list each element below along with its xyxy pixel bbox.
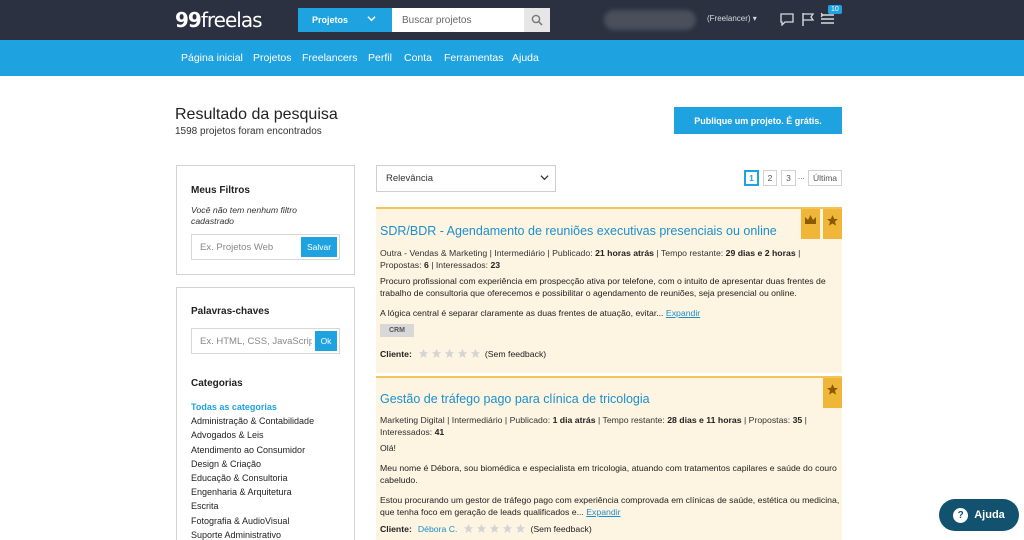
category-item[interactable]: Administração & Contabilidade bbox=[191, 414, 314, 428]
save-filter-button[interactable]: Salvar bbox=[301, 237, 337, 257]
nav-freelancers[interactable]: Freelancers bbox=[302, 52, 357, 64]
user-name-blurred[interactable] bbox=[604, 10, 696, 30]
client-rating-stars bbox=[418, 348, 483, 359]
feedback-text: (Sem feedback) bbox=[484, 348, 547, 359]
category-item[interactable]: Design & Criação bbox=[191, 457, 314, 471]
rating-star-icon bbox=[464, 523, 474, 533]
project-description: Olá! bbox=[380, 443, 396, 453]
featured-ribbon-crown bbox=[801, 209, 820, 239]
category-item[interactable]: Engenharia & Arquitetura bbox=[191, 485, 314, 499]
keywords-ok-button[interactable]: Ok bbox=[315, 331, 337, 351]
category-list: Todas as categorias Administração & Cont… bbox=[191, 400, 314, 540]
nav-home[interactable]: Página inicial bbox=[181, 52, 243, 64]
project-card: SDR/BDR - Agendamento de reuniões execut… bbox=[376, 207, 842, 373]
project-card: Gestão de tráfego pago para clínica de t… bbox=[376, 376, 842, 540]
pagination-dots: ... bbox=[798, 172, 805, 181]
project-description-more: A lógica central é separar claramente as… bbox=[380, 308, 701, 318]
rating-star-icon bbox=[418, 348, 428, 358]
site-logo[interactable]: 99freelas bbox=[175, 8, 263, 32]
category-all[interactable]: Todas as categorias bbox=[191, 400, 314, 414]
flag-icon[interactable] bbox=[800, 11, 816, 27]
client-row: Cliente: Débora C. (Sem feedback) bbox=[380, 523, 592, 534]
project-description-more: Estou procurando um gestor de tráfego pa… bbox=[380, 495, 840, 517]
category-item[interactable]: Fotografia & AudioVisual bbox=[191, 514, 314, 528]
chevron-down-icon bbox=[367, 14, 376, 25]
page-1-button[interactable]: 1 bbox=[744, 170, 759, 186]
project-title[interactable]: Gestão de tráfego pago para clínica de t… bbox=[380, 392, 650, 406]
rating-star-icon bbox=[444, 348, 454, 358]
categories-title: Categorias bbox=[191, 378, 243, 389]
featured-ribbon-star bbox=[823, 378, 842, 408]
project-description: Procuro profissional com experiência em … bbox=[380, 276, 826, 298]
help-button[interactable]: ? Ajuda bbox=[939, 499, 1019, 531]
my-filters-panel: Meus Filtros Você não tem nenhum filtro … bbox=[176, 165, 355, 275]
skill-tag[interactable]: CRM bbox=[380, 324, 414, 337]
notifications-badge: 10 bbox=[828, 5, 842, 14]
keywords-panel: Palavras-chaves Ok Categorias Todas as c… bbox=[176, 287, 355, 540]
project-meta: Marketing Digital | Intermediário | Publ… bbox=[380, 415, 807, 437]
search-type-dropdown[interactable]: Projetos bbox=[298, 8, 392, 32]
chat-icon[interactable] bbox=[779, 11, 795, 27]
rating-star-icon bbox=[490, 523, 500, 533]
search-type-label: Projetos bbox=[312, 15, 349, 25]
crown-icon bbox=[805, 215, 816, 224]
featured-ribbon-star bbox=[823, 209, 842, 239]
main-nav: Página inicial Projetos Freelancers Perf… bbox=[0, 40, 1024, 76]
keywords-input[interactable] bbox=[192, 329, 312, 353]
search-input[interactable] bbox=[392, 8, 524, 32]
client-label: Cliente: bbox=[380, 523, 412, 534]
client-name-link[interactable]: Débora C. bbox=[418, 524, 458, 534]
project-meta: Outra - Vendas & Marketing | Intermediár… bbox=[380, 248, 801, 270]
nav-tools[interactable]: Ferramentas bbox=[444, 52, 504, 64]
no-filters-text: Você não tem nenhum filtro cadastrado bbox=[191, 205, 297, 226]
category-item[interactable]: Suporte Administrativo bbox=[191, 528, 314, 540]
category-item[interactable]: Educação & Consultoria bbox=[191, 471, 314, 485]
last-page-button[interactable]: Última bbox=[808, 170, 842, 186]
project-description: Meu nome é Débora, sou biomédica e espec… bbox=[380, 463, 837, 485]
sort-selected-label: Relevância bbox=[386, 173, 433, 184]
chevron-down-icon bbox=[540, 173, 549, 184]
nav-help[interactable]: Ajuda bbox=[512, 52, 539, 64]
star-icon bbox=[827, 384, 838, 395]
expand-link[interactable]: Expandir bbox=[666, 308, 700, 318]
category-item[interactable]: Advogados & Leis bbox=[191, 428, 314, 442]
project-title[interactable]: SDR/BDR - Agendamento de reuniões execut… bbox=[380, 224, 777, 238]
keywords-title: Palavras-chaves bbox=[191, 306, 270, 317]
user-role-menu[interactable]: (Freelancer) ▾ bbox=[707, 14, 757, 23]
rating-star-icon bbox=[470, 348, 480, 358]
client-row: Cliente: (Sem feedback) bbox=[380, 348, 546, 359]
sort-select[interactable]: Relevância bbox=[376, 165, 556, 192]
nav-projects[interactable]: Projetos bbox=[253, 52, 292, 64]
page-3-button[interactable]: 3 bbox=[781, 170, 796, 186]
rating-star-icon bbox=[477, 523, 487, 533]
top-bar: 99freelas Projetos (Freelancer) ▾ 10 bbox=[0, 0, 1024, 40]
rating-star-icon bbox=[457, 348, 467, 358]
question-icon: ? bbox=[953, 507, 969, 523]
category-item[interactable]: Escrita bbox=[191, 499, 314, 513]
rating-star-icon bbox=[503, 523, 513, 533]
category-item[interactable]: Atendimento ao Consumidor bbox=[191, 443, 314, 457]
nav-profile[interactable]: Perfil bbox=[368, 52, 392, 64]
help-label: Ajuda bbox=[974, 509, 1005, 521]
rating-star-icon bbox=[516, 523, 526, 533]
search-icon bbox=[531, 14, 543, 26]
my-filters-title: Meus Filtros bbox=[191, 185, 250, 196]
client-label: Cliente: bbox=[380, 348, 412, 359]
search-button[interactable] bbox=[524, 8, 550, 32]
page-title: Resultado da pesquisa bbox=[175, 106, 338, 123]
expand-link[interactable]: Expandir bbox=[586, 507, 620, 517]
result-count: 1598 projetos foram encontrados bbox=[175, 126, 322, 137]
publish-project-button[interactable]: Publique um projeto. É grátis. bbox=[674, 107, 842, 134]
nav-account[interactable]: Conta bbox=[404, 52, 432, 64]
page-2-button[interactable]: 2 bbox=[763, 170, 777, 186]
client-rating-stars bbox=[463, 523, 528, 534]
rating-star-icon bbox=[431, 348, 441, 358]
feedback-text: (Sem feedback) bbox=[530, 523, 592, 534]
star-icon bbox=[827, 215, 838, 226]
